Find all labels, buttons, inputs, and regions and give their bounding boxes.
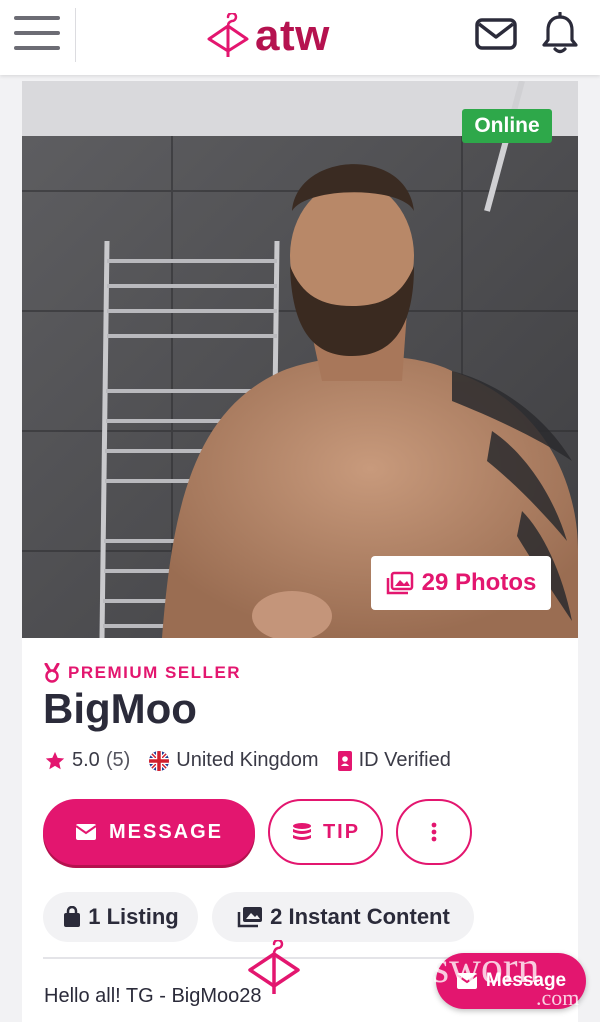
online-status-badge: Online xyxy=(462,109,552,143)
id-verified: ID Verified xyxy=(337,749,451,772)
instant-content-chip-label: 2 Instant Content xyxy=(270,904,450,929)
star-icon xyxy=(45,751,65,769)
bell-icon[interactable] xyxy=(540,11,580,56)
id-verified-text: ID Verified xyxy=(358,749,451,771)
watermark-hanger-icon xyxy=(246,938,302,996)
photos-count-label: 29 Photos xyxy=(421,569,537,596)
logo-text: atw xyxy=(255,11,330,60)
watermark-text: gsworn xyxy=(410,943,540,992)
seller-meta: 5.0 (5) United Kingdom ID Verified xyxy=(44,749,469,772)
hanger-logo-icon xyxy=(207,13,249,57)
premium-seller-text: PREMIUM SELLER xyxy=(68,663,242,682)
envelope-icon xyxy=(75,824,97,840)
medal-icon xyxy=(44,663,60,683)
rating-count: (5) xyxy=(105,749,131,771)
image-gallery-icon xyxy=(386,571,413,595)
message-button[interactable]: MESSAGE xyxy=(43,799,255,865)
id-badge-icon xyxy=(337,750,352,771)
seller-profile-card: Online 29 Photos PREMIUM SELLER BigMoo 5… xyxy=(22,81,578,1022)
photo-stack-icon xyxy=(237,907,263,928)
uk-flag-icon xyxy=(149,750,170,771)
profile-photo[interactable]: Online 29 Photos xyxy=(22,81,578,638)
rating-value: 5.0 xyxy=(72,749,100,771)
coins-icon xyxy=(292,823,311,840)
hamburger-icon[interactable] xyxy=(14,16,60,52)
watermark-suffix: .com xyxy=(536,985,580,1010)
tip-button[interactable]: TIP xyxy=(268,799,383,865)
photos-count-button[interactable]: 29 Photos xyxy=(371,556,551,610)
seller-name: BigMoo xyxy=(43,685,197,732)
rating[interactable]: 5.0 (5) xyxy=(44,749,130,772)
more-options-button[interactable] xyxy=(396,799,472,865)
site-logo[interactable]: atw xyxy=(205,10,395,62)
instant-content-chip[interactable]: 2 Instant Content xyxy=(212,892,474,942)
country: United Kingdom xyxy=(148,749,319,772)
header-divider xyxy=(75,8,76,62)
tip-button-label: TIP xyxy=(322,820,361,843)
listings-chip-label: 1 Listing xyxy=(88,904,179,929)
country-name: United Kingdom xyxy=(176,749,319,771)
premium-seller-label: PREMIUM SELLER xyxy=(44,663,241,683)
mail-icon[interactable] xyxy=(474,16,518,52)
top-header: atw xyxy=(0,0,600,75)
vertical-ellipsis-icon xyxy=(431,822,437,842)
listings-chip[interactable]: 1 Listing xyxy=(43,892,198,942)
shopping-bag-icon xyxy=(64,906,81,927)
seller-bio: Hello all! TG - BigMoo28 xyxy=(44,985,262,1007)
message-button-label: MESSAGE xyxy=(108,820,224,843)
